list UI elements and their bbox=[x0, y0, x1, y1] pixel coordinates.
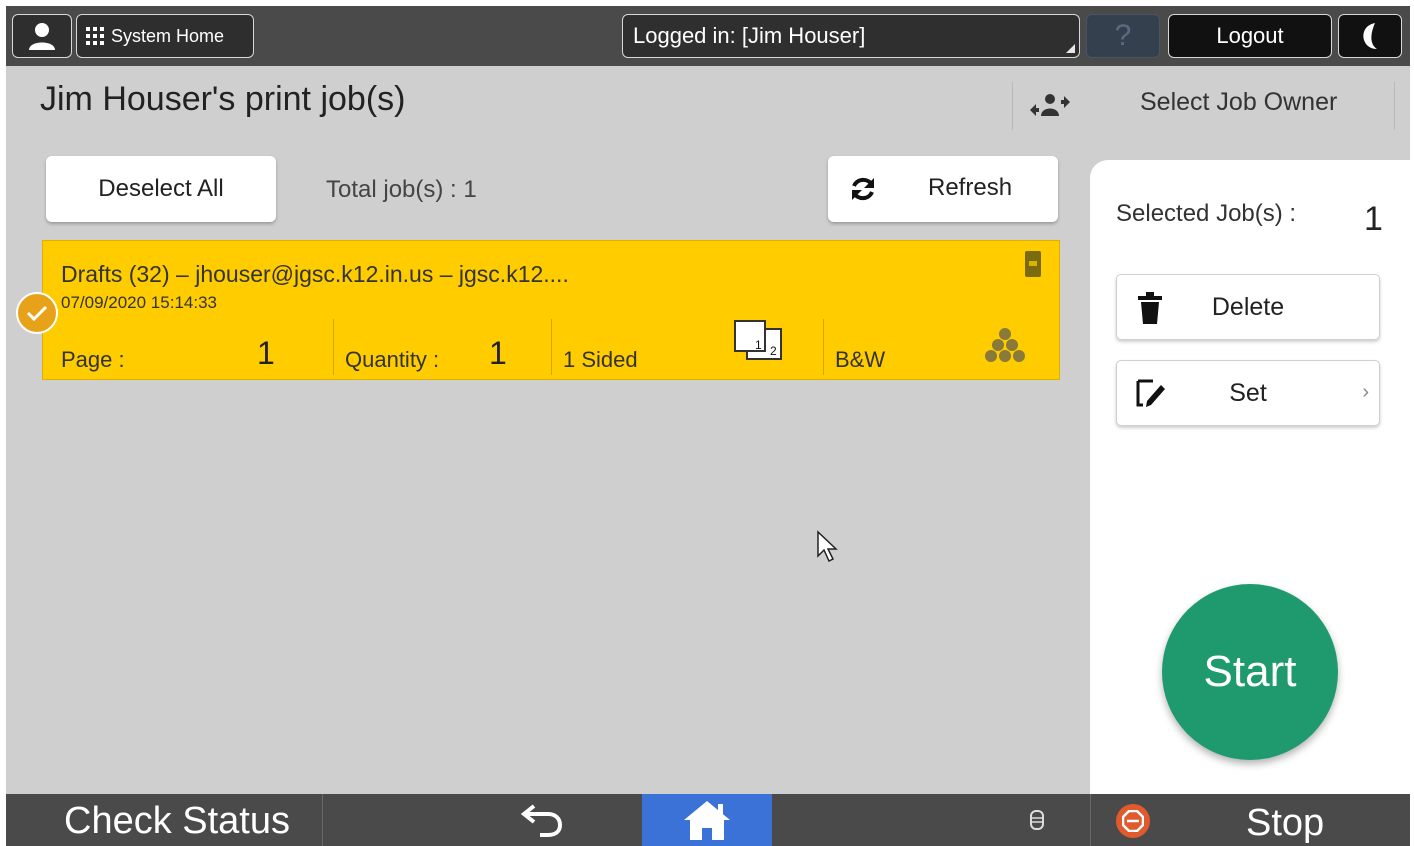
job-row[interactable]: Drafts (32) – jhouser@jgsc.k12.in.us – j… bbox=[42, 240, 1060, 380]
apps-grid-icon bbox=[86, 27, 104, 45]
logout-button[interactable]: Logout bbox=[1168, 14, 1332, 58]
storage-icon bbox=[1030, 810, 1044, 830]
refresh-label: Refresh bbox=[928, 174, 1013, 201]
duplex-icon: 1 2 bbox=[734, 320, 782, 360]
start-button[interactable]: Start bbox=[1162, 584, 1338, 760]
job-datetime: 07/09/2020 15:14:33 bbox=[61, 293, 217, 312]
start-label: Start bbox=[1203, 647, 1297, 696]
deselect-all-button[interactable]: Deselect All bbox=[46, 156, 276, 222]
bottom-bar: Check Status Stop bbox=[6, 794, 1410, 846]
refresh-button[interactable]: Refresh bbox=[828, 156, 1058, 222]
system-home-button[interactable]: System Home bbox=[76, 14, 254, 58]
check-status-button[interactable]: Check Status bbox=[64, 800, 290, 843]
job-selected-checkbox[interactable] bbox=[16, 292, 58, 334]
page-value: 1 bbox=[257, 335, 275, 371]
job-title: Drafts (32) – jhouser@jgsc.k12.in.us – j… bbox=[61, 261, 569, 287]
stop-icon[interactable] bbox=[1116, 804, 1150, 838]
total-jobs-label: Total job(s) : 1 bbox=[326, 176, 477, 203]
selected-jobs-count: 1 bbox=[1364, 200, 1383, 238]
select-job-owner-button[interactable]: Select Job Owner bbox=[1140, 88, 1337, 117]
moon-icon bbox=[1363, 23, 1377, 49]
chevron-right-icon: › bbox=[1362, 381, 1369, 403]
user-icon bbox=[29, 23, 55, 50]
top-bar: System Home Logged in: [Jim Houser] ? Lo… bbox=[6, 6, 1410, 66]
energy-saver-button[interactable] bbox=[1338, 14, 1402, 58]
system-home-label: System Home bbox=[111, 25, 225, 46]
owner-swap-icon[interactable] bbox=[1026, 90, 1074, 122]
selected-jobs-label: Selected Job(s) : bbox=[1116, 200, 1297, 227]
delete-button[interactable]: Delete bbox=[1116, 274, 1380, 340]
divider bbox=[1394, 82, 1395, 130]
check-icon bbox=[26, 305, 48, 322]
divider bbox=[1090, 794, 1091, 846]
screen-frame: System Home Logged in: [Jim Houser] ? Lo… bbox=[6, 6, 1410, 846]
color-mode-label: B&W bbox=[835, 347, 886, 372]
divider bbox=[322, 794, 323, 846]
print-flag-icon bbox=[1025, 251, 1041, 277]
quantity-label: Quantity : bbox=[345, 347, 440, 372]
corner-arrow-icon bbox=[1066, 44, 1075, 53]
color-toner-icon bbox=[985, 328, 1025, 362]
help-icon: ? bbox=[1114, 19, 1132, 52]
quantity-value: 1 bbox=[489, 335, 507, 371]
sides-label: 1 Sided bbox=[563, 347, 638, 372]
stop-hexagon-icon bbox=[1122, 810, 1144, 832]
back-arrow-icon[interactable] bbox=[520, 802, 564, 838]
svg-text:1: 1 bbox=[755, 338, 762, 352]
user-button[interactable] bbox=[12, 14, 72, 58]
delete-label: Delete bbox=[1211, 293, 1285, 321]
page-title: Jim Houser's print job(s) bbox=[40, 80, 406, 118]
set-button[interactable]: Set › bbox=[1116, 360, 1380, 426]
divider bbox=[333, 319, 334, 375]
divider bbox=[1012, 82, 1013, 130]
logout-label: Logout bbox=[1216, 23, 1284, 48]
mouse-cursor-icon bbox=[817, 530, 838, 563]
set-label: Set bbox=[1229, 379, 1267, 407]
deselect-all-label: Deselect All bbox=[98, 175, 224, 202]
stop-button[interactable]: Stop bbox=[1246, 802, 1324, 845]
help-button[interactable]: ? bbox=[1086, 14, 1160, 58]
home-button[interactable] bbox=[642, 794, 772, 846]
page-label: Page : bbox=[61, 347, 125, 372]
divider bbox=[823, 319, 824, 375]
divider bbox=[551, 319, 552, 375]
refresh-icon bbox=[852, 177, 874, 201]
home-icon bbox=[684, 801, 730, 840]
login-text: Logged in: [Jim Houser] bbox=[633, 23, 866, 48]
svg-text:2: 2 bbox=[770, 344, 777, 358]
login-status[interactable]: Logged in: [Jim Houser] bbox=[622, 14, 1080, 58]
